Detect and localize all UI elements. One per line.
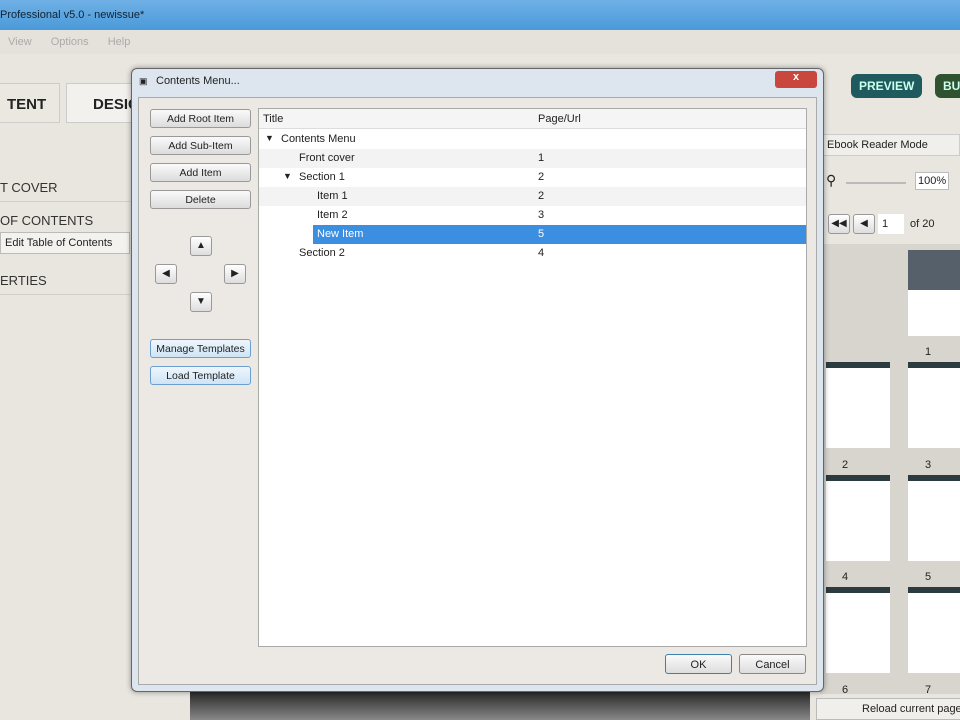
page-number: 1	[925, 346, 932, 358]
page-field[interactable]: 1	[878, 214, 904, 234]
sidebar-item-contents[interactable]: OF CONTENTS	[0, 205, 130, 235]
add-sub-item-button[interactable]: Add Sub-Item	[150, 136, 251, 155]
cancel-button[interactable]: Cancel	[739, 654, 806, 674]
add-root-item-button[interactable]: Add Root Item	[150, 109, 251, 128]
page-thumb[interactable]	[908, 250, 960, 336]
manage-templates-button[interactable]: Manage Templates	[150, 339, 251, 358]
zoom-field[interactable]: 100%	[915, 172, 949, 190]
page-number: 7	[925, 684, 932, 696]
sidebar-item-properties[interactable]: ERTIES	[0, 265, 130, 295]
page-number: 6	[842, 684, 849, 696]
dialog-icon: ▣	[139, 76, 148, 86]
move-right-button[interactable]: ▶	[224, 264, 246, 284]
tree-row[interactable]: ▼ Contents Menu	[259, 130, 806, 149]
page-number: 3	[925, 459, 932, 471]
page-number: 4	[842, 571, 849, 583]
prev-page-button[interactable]: ◀	[853, 214, 875, 234]
contents-tree[interactable]: Title Page/Url ▼ Contents Menu Front cove…	[258, 108, 807, 647]
page-count: of 20	[910, 218, 935, 230]
contents-menu-dialog: ▣ Contents Menu... x Add Root Item Add S…	[131, 68, 824, 692]
title-bar: Professional v5.0 - newissue*	[0, 0, 960, 30]
load-template-button[interactable]: Load Template	[150, 366, 251, 385]
build-button[interactable]: BU	[935, 74, 960, 98]
move-up-button[interactable]: ▲	[190, 236, 212, 256]
add-item-button[interactable]: Add Item	[150, 163, 251, 182]
preview-button[interactable]: PREVIEW	[851, 74, 923, 98]
menu-view[interactable]: View	[8, 36, 32, 48]
page-thumb[interactable]	[826, 362, 890, 448]
tree-row-selected[interactable]: New Item 5	[313, 225, 806, 244]
tree-row[interactable]: Section 24	[259, 244, 806, 263]
tree-row[interactable]: ▼ Section 12	[259, 168, 806, 187]
delete-button[interactable]: Delete	[150, 190, 251, 209]
sidebar-item-cover[interactable]: T COVER	[0, 172, 130, 202]
column-title[interactable]: Title	[263, 113, 283, 125]
window-title: Professional v5.0 - newissue*	[0, 9, 145, 21]
reload-page-button[interactable]: Reload current page	[816, 698, 960, 720]
close-button[interactable]: x	[775, 71, 817, 88]
page-number: 5	[925, 571, 932, 583]
reader-mode[interactable]: Ebook Reader Mode	[822, 134, 960, 156]
tree-row[interactable]: Item 12	[259, 187, 806, 206]
tree-row[interactable]: Item 23	[259, 206, 806, 225]
menu-bar: View Options Help	[0, 30, 960, 54]
menu-help[interactable]: Help	[108, 36, 131, 48]
expand-icon[interactable]: ▼	[283, 171, 292, 181]
tree-header: Title Page/Url	[259, 109, 806, 129]
edit-toc-button[interactable]: Edit Table of Contents	[0, 232, 130, 254]
column-page[interactable]: Page/Url	[538, 113, 581, 125]
page-thumb[interactable]	[908, 362, 960, 448]
page-thumb[interactable]	[908, 587, 960, 673]
first-page-button[interactable]: ◀◀	[828, 214, 850, 234]
move-left-button[interactable]: ◀	[155, 264, 177, 284]
zoom-icon: ⚲	[826, 172, 837, 188]
zoom-slider[interactable]	[846, 182, 906, 184]
tab-content[interactable]: TENT	[0, 83, 60, 123]
menu-options[interactable]: Options	[51, 36, 89, 48]
page-number: 2	[842, 459, 849, 471]
dialog-title: Contents Menu...	[156, 75, 240, 87]
tree-row[interactable]: Front cover 1	[259, 149, 806, 168]
move-down-button[interactable]: ▼	[190, 292, 212, 312]
page-thumb[interactable]	[826, 587, 890, 673]
page-thumb[interactable]	[908, 475, 960, 561]
expand-icon[interactable]: ▼	[265, 133, 274, 143]
canvas-bottom	[190, 690, 810, 720]
page-thumb[interactable]	[826, 475, 890, 561]
ok-button[interactable]: OK	[665, 654, 732, 674]
